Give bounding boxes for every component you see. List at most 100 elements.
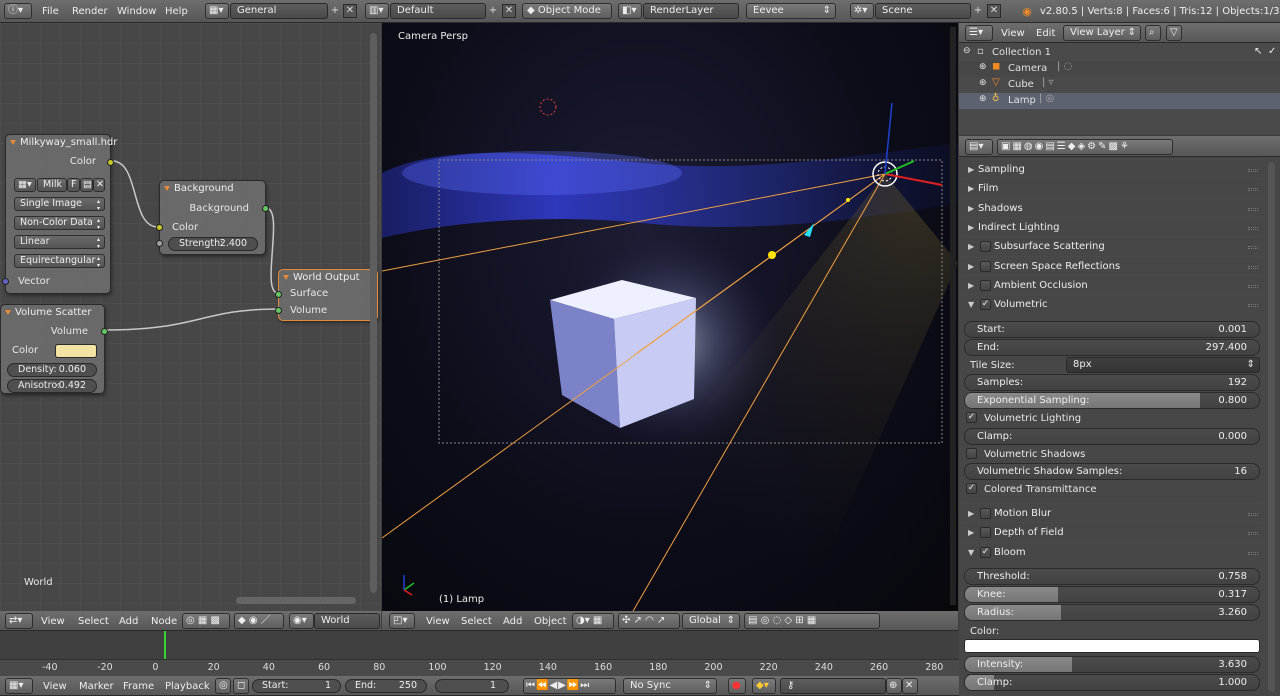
panel-subsurface-scattering[interactable]: ▶ Subsurface Scattering (962, 236, 1262, 255)
panel-grip-icon[interactable] (1248, 532, 1258, 535)
keying-set-add-icon[interactable]: ⊕ (886, 678, 902, 694)
volume-input-socket[interactable] (275, 307, 282, 314)
fake-user-button[interactable]: F (67, 178, 80, 192)
scatter-color-swatch[interactable] (55, 344, 97, 358)
open-image-icon[interactable]: ▤ (80, 178, 93, 192)
panel-grip-icon[interactable] (1248, 188, 1258, 191)
volumetric-start-field[interactable]: Start: 0.001 (964, 321, 1260, 338)
lamp-expand-icon[interactable]: ⊕ (979, 94, 987, 104)
volume-scatter-node[interactable]: Volume Scatter Volume Color Density: 0.06… (0, 304, 108, 394)
keying-set-remove-icon[interactable]: ✕ (902, 678, 918, 694)
delete-scene-icon[interactable]: ✕ (987, 4, 1001, 18)
outliner-row-lamp[interactable]: ⊕ ♁ Lamp | ◎ (959, 93, 1280, 109)
layout-icon[interactable]: ▥▾ (365, 3, 389, 19)
outliner-restrict-checkbox[interactable]: ✓ (1268, 46, 1276, 57)
properties-editor-type-button[interactable]: ▤▾ (965, 139, 993, 155)
frame-end-field[interactable]: End: 250 (345, 679, 427, 693)
panel-enable-checkbox[interactable] (980, 261, 991, 272)
strength-slider[interactable]: Strength: 2.400 (168, 237, 258, 251)
node-menu-select[interactable]: Select (78, 616, 109, 627)
mode-dropdown[interactable]: ◆ Object Mode (522, 3, 612, 19)
color-space-dropdown[interactable]: Non-Color Data (14, 216, 105, 231)
bloom-threshold-slider[interactable]: Threshold: 0.758 (964, 568, 1260, 585)
add-layout-icon[interactable]: + (486, 4, 500, 18)
timeline-editor-type-button[interactable]: ▦▾ (5, 678, 33, 694)
panel-grip-icon[interactable] (1248, 246, 1258, 249)
timeline-menu-playback[interactable]: Playback (165, 681, 210, 692)
anisotropy-slider[interactable]: Anisotro: -0.492 (7, 379, 97, 393)
render-layer-field[interactable]: RenderLayer (643, 3, 739, 19)
menu-window[interactable]: Window (117, 6, 156, 17)
node-menu-node[interactable]: Node (151, 616, 177, 627)
panel-ambient-occlusion[interactable]: ▶ Ambient Occlusion (962, 275, 1262, 294)
panel-indirect-lighting[interactable]: ▶ Indirect Lighting (962, 217, 1262, 236)
background-node[interactable]: Background Background Color Strength: 2.4… (156, 180, 269, 255)
viewport-menu-add[interactable]: Add (503, 616, 522, 627)
orientation-dropdown[interactable]: Global ⇕ (682, 613, 740, 629)
keying-set-field[interactable]: ⚷ (780, 678, 886, 694)
world-output-node[interactable]: World Output Surface Volume (275, 269, 378, 321)
volumetric-lighting-checkbox[interactable]: ✓ (966, 412, 977, 423)
frame-start-field[interactable]: Start: 1 (252, 679, 341, 693)
panel-sampling[interactable]: ▶ Sampling (962, 159, 1262, 178)
add-scene-icon[interactable]: + (971, 4, 985, 18)
projection-dropdown[interactable]: Equirectangular (14, 254, 105, 269)
cube-expand-icon[interactable]: ⊕ (979, 78, 987, 88)
colored-transmittance-checkbox[interactable]: ✓ (966, 483, 977, 494)
node-editor-scrollbar-v[interactable] (370, 33, 377, 593)
record-icon[interactable]: ● (728, 678, 746, 694)
layout-field[interactable]: Default (390, 3, 486, 19)
node-editor[interactable]: Milkyway_small.hdr Color ▦▾ Milk F ▤ ✕ S… (0, 23, 381, 611)
unlink-image-icon[interactable]: ✕ (93, 178, 105, 192)
playback-controls[interactable]: ⏮⏪◀▶⏩⏭ (523, 678, 616, 694)
delete-layout-icon[interactable]: ✕ (502, 4, 516, 18)
outliner-display-mode-dropdown[interactable]: View Layer ⇕ (1063, 25, 1141, 41)
outliner-search-icon[interactable]: ⌕ (1145, 25, 1161, 41)
current-frame-field[interactable]: 1 (435, 679, 509, 693)
menu-file[interactable]: File (42, 6, 59, 17)
panel-grip-icon[interactable] (1248, 227, 1258, 230)
collection-expand-icon[interactable]: ⊖ (963, 46, 971, 56)
image-texture-node[interactable]: Milkyway_small.hdr Color ▦▾ Milk F ▤ ✕ S… (2, 134, 117, 294)
panel-grip-icon[interactable] (1248, 169, 1258, 172)
volumetric-end-field[interactable]: End: 297.400 (964, 339, 1260, 356)
bloom-radius-slider[interactable]: Radius: 3.260 (964, 604, 1260, 621)
panel-motion-blur[interactable]: ▶ Motion Blur (962, 503, 1262, 522)
outliner-menu-edit[interactable]: Edit (1036, 28, 1055, 39)
panel-enable-checkbox[interactable] (980, 280, 991, 291)
shading-mode-icons[interactable]: ◑▾ ▦ (572, 613, 614, 629)
panel-grip-icon[interactable] (1248, 208, 1258, 211)
volumetric-enable-checkbox[interactable]: ✓ (980, 299, 991, 310)
image-source-dropdown[interactable]: Single Image (14, 197, 105, 212)
surface-input-socket[interactable] (275, 291, 282, 298)
panel-depth-of-field[interactable]: ▶ Depth of Field (962, 522, 1262, 541)
panel-enable-checkbox[interactable] (980, 508, 991, 519)
bloom-enable-checkbox[interactable]: ✓ (980, 547, 991, 558)
volumetric-clamp-field[interactable]: Clamp: 0.000 (964, 428, 1260, 445)
node-editor-type-button[interactable]: ⇄▾ (5, 613, 33, 629)
exponential-sampling-slider[interactable]: Exponential Sampling: 0.800 (964, 392, 1260, 409)
menu-render[interactable]: Render (72, 6, 108, 17)
camera-expand-icon[interactable]: ⊕ (979, 62, 987, 72)
volumetric-samples-field[interactable]: Samples: 192 (964, 374, 1260, 391)
timeline-menu-view[interactable]: View (43, 681, 67, 692)
timeline-menu-marker[interactable]: Marker (79, 681, 114, 692)
delete-screen-icon[interactable]: ✕ (343, 4, 357, 18)
panel-film[interactable]: ▶ Film (962, 178, 1262, 197)
outliner-menu-view[interactable]: View (1001, 28, 1025, 39)
viewport-menu-view[interactable]: View (426, 616, 450, 627)
panel-grip-icon[interactable] (1248, 513, 1258, 516)
render-layer-icon[interactable]: ◧▾ (618, 3, 642, 19)
keying-icon[interactable]: ◻ (233, 678, 249, 694)
timeline-playhead[interactable] (164, 631, 166, 661)
node-tree-type-icons[interactable]: ◆ ◉ ／ (234, 613, 284, 629)
node-menu-add[interactable]: Add (119, 616, 138, 627)
color-input-socket[interactable] (156, 224, 163, 231)
background-output-socket[interactable] (262, 205, 269, 212)
node-menu-view[interactable]: View (41, 616, 65, 627)
image-name-field[interactable]: Milk (37, 178, 67, 192)
panel-grip-icon[interactable] (1248, 266, 1258, 269)
outliner-filter-icon[interactable]: ▽ (1166, 25, 1182, 41)
volumetric-shadows-checkbox[interactable] (966, 448, 977, 459)
outliner-editor-type-button[interactable]: ☰▾ (965, 25, 993, 41)
